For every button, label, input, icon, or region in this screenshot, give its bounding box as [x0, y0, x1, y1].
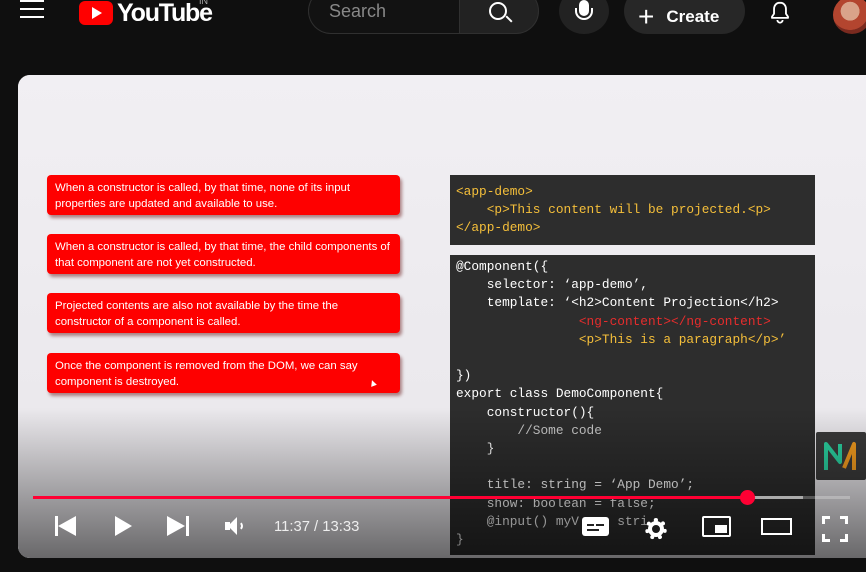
- previous-button[interactable]: [55, 515, 77, 537]
- code-line: @input() myV stri: [456, 513, 648, 529]
- total-time: 13:33: [322, 519, 360, 535]
- subtitles-button[interactable]: [582, 515, 610, 537]
- search-icon: [489, 2, 507, 20]
- logo-text: YouTube: [117, 0, 213, 27]
- masthead: YouTube IN + Create: [0, 0, 866, 44]
- channel-watermark[interactable]: [816, 432, 866, 480]
- voice-search-button[interactable]: [559, 0, 609, 34]
- code-block-component: @Component({ selector: ‘app-demo’, templ…: [450, 255, 815, 555]
- search-button[interactable]: [459, 0, 539, 34]
- code-line: <app-demo>: [456, 184, 533, 199]
- channel-logo-icon: [824, 442, 856, 470]
- code-line: selector: ‘app-demo’,: [456, 277, 648, 293]
- notifications-button[interactable]: [767, 0, 793, 26]
- fullscreen-button[interactable]: [822, 516, 848, 542]
- menu-icon[interactable]: [20, 0, 46, 22]
- search-input[interactable]: [309, 0, 459, 33]
- search-box: [308, 0, 460, 34]
- mute-button[interactable]: [225, 515, 247, 537]
- code-line: template: ‘<h2>Content Projection</h2>: [456, 295, 779, 311]
- slide-card: Once the component is removed from the D…: [47, 353, 400, 393]
- code-line: }: [456, 532, 464, 548]
- create-button[interactable]: + Create: [624, 0, 745, 34]
- next-button[interactable]: [167, 515, 189, 537]
- code-line: constructor(){: [456, 404, 595, 420]
- youtube-play-logo-icon: [79, 1, 113, 25]
- code-line: <p>This content will be projected.<p>: [456, 202, 771, 218]
- play-button[interactable]: [115, 515, 137, 537]
- avatar[interactable]: [833, 0, 866, 34]
- code-line: <ng-content></ng-content>: [456, 313, 771, 329]
- current-time: 11:37: [274, 519, 310, 535]
- code-line: //Some code: [456, 422, 602, 438]
- youtube-logo[interactable]: YouTube IN: [79, 0, 213, 27]
- time-display: 11:37 / 13:33: [274, 519, 360, 535]
- video-player[interactable]: When a constructor is called, by that ti…: [18, 75, 866, 558]
- region-code: IN: [199, 0, 208, 6]
- settings-button[interactable]: [643, 516, 669, 542]
- code-line: title: string = ‘App Demo’;: [456, 477, 695, 493]
- miniplayer-button[interactable]: [702, 515, 732, 537]
- bell-icon: [771, 1, 789, 24]
- progress-bar[interactable]: [33, 490, 850, 505]
- code-line: </app-demo>: [456, 220, 541, 236]
- slide-card: When a constructor is called, by that ti…: [47, 175, 400, 215]
- code-line: @Component({: [456, 259, 549, 274]
- slide-card: When a constructor is called, by that ti…: [47, 234, 400, 274]
- code-block-template: <app-demo> <p>This content will be proje…: [450, 175, 815, 245]
- create-label: Create: [666, 7, 720, 26]
- plus-icon: +: [638, 1, 655, 32]
- slide-card: Projected contents are also not availabl…: [47, 293, 400, 333]
- code-line: <p>This is a paragraph</p>’: [456, 331, 787, 347]
- theater-mode-button[interactable]: [761, 515, 793, 537]
- code-line: }: [456, 441, 495, 457]
- code-line: }): [456, 368, 472, 384]
- progress-played: [33, 496, 748, 499]
- code-line: export class DemoComponent{: [456, 386, 664, 402]
